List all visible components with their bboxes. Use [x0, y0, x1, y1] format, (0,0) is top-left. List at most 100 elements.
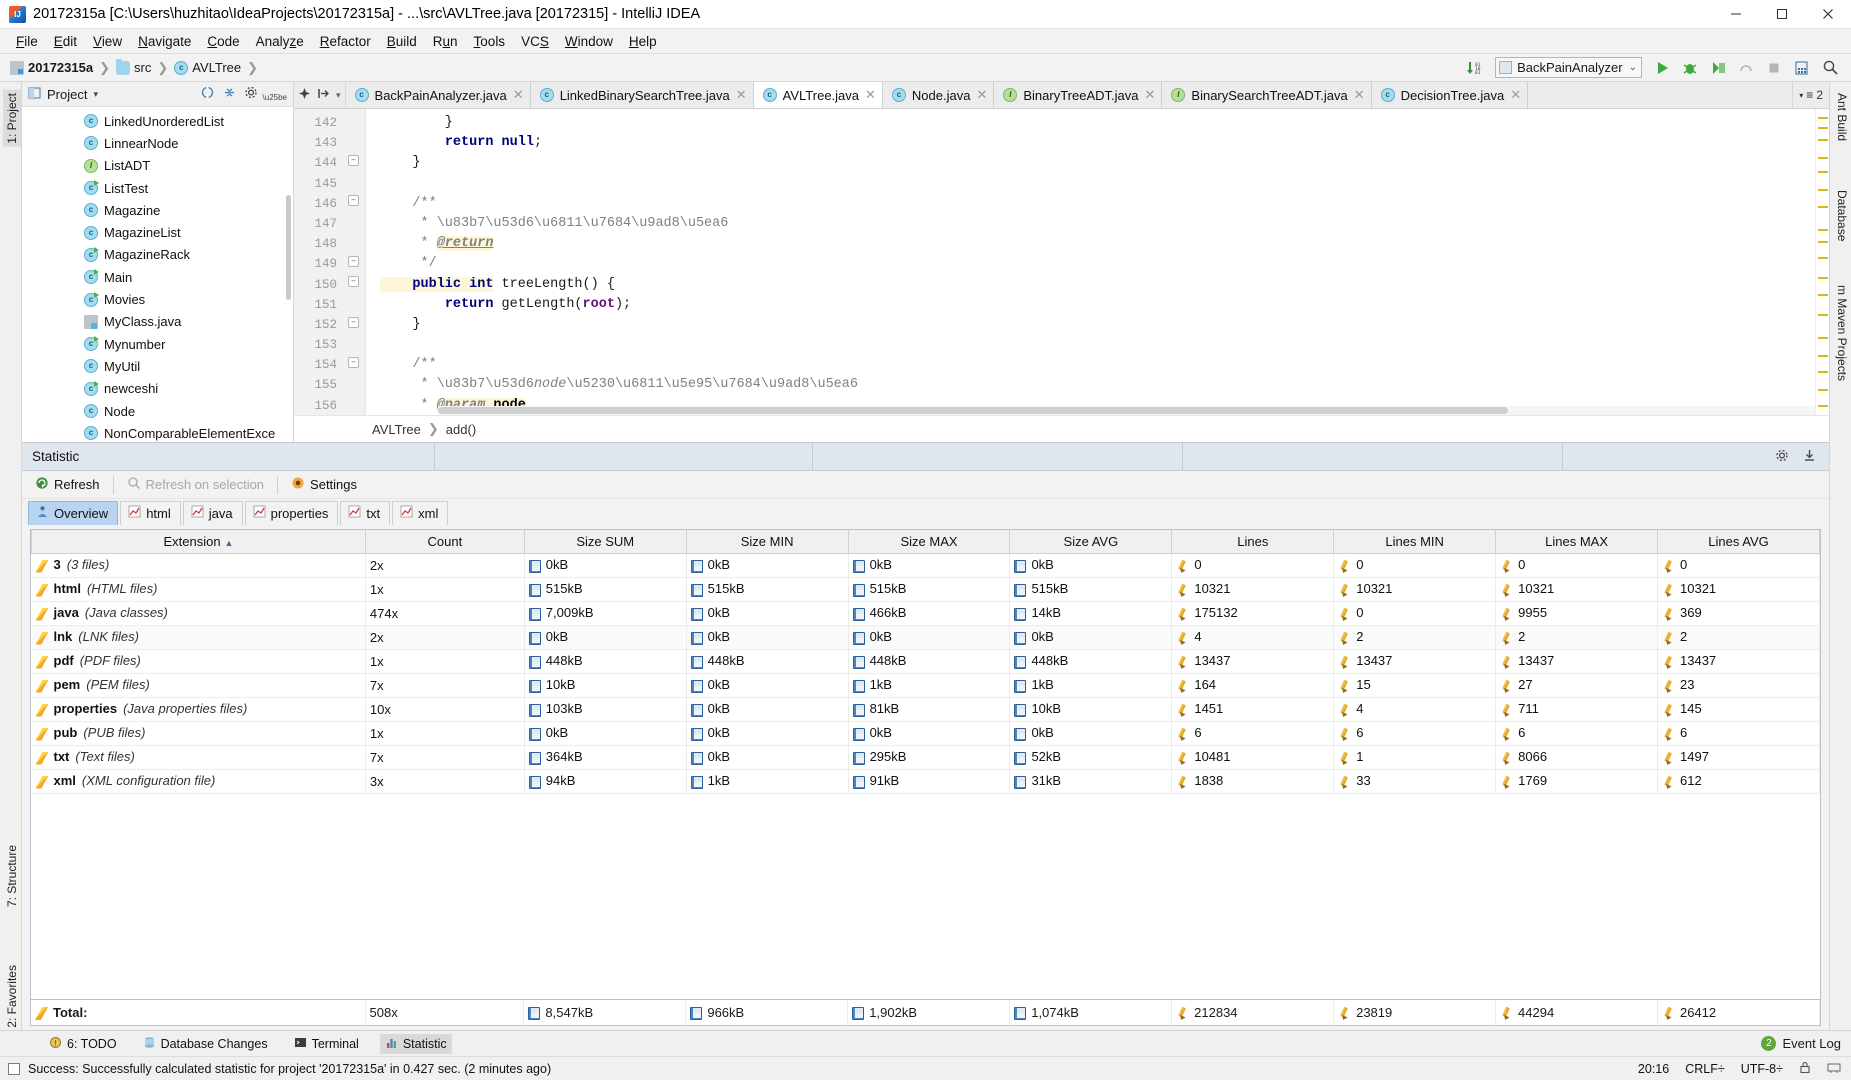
sidebar-item-structure[interactable]: 7: Structure [3, 842, 21, 910]
sidebar-item-ant-build[interactable]: Ant Build [1833, 90, 1851, 144]
tab-binarysearchtreeadt[interactable]: I BinarySearchTreeADT.java ✕ [1162, 82, 1372, 108]
pin-icon[interactable] [298, 87, 311, 103]
sidebar-item-project[interactable]: 1: Project [3, 90, 21, 147]
bottom-tab-database-changes[interactable]: Database Changes [138, 1034, 273, 1054]
menu-build[interactable]: Build [379, 32, 425, 51]
jump-to-source-icon[interactable] [317, 87, 330, 103]
column-header-size-min[interactable]: Size MIN [685, 530, 849, 554]
menu-run[interactable]: Run [425, 32, 466, 51]
tab-html[interactable]: html [120, 501, 181, 525]
run-button[interactable] [1649, 56, 1675, 80]
debug-button[interactable] [1677, 56, 1703, 80]
fold-toggle-icon[interactable]: – [348, 155, 359, 166]
list-item[interactable]: c LinkedUnorderedList [22, 110, 293, 132]
code-editor[interactable]: 142 143 144 145 146 147 148 149 150 151 … [294, 109, 1829, 415]
close-icon[interactable]: ✕ [865, 87, 876, 103]
menu-navigate[interactable]: Navigate [130, 32, 199, 51]
project-tree[interactable]: c LinkedUnorderedList c LinnearNode I ListA… [22, 107, 293, 442]
status-line-separator[interactable]: CRLF÷ [1685, 1062, 1725, 1076]
fold-toggle-icon[interactable]: – [348, 357, 359, 368]
menu-edit[interactable]: Edit [46, 32, 85, 51]
menu-vcs[interactable]: VCS [513, 32, 557, 51]
status-encoding[interactable]: UTF-8÷ [1741, 1062, 1783, 1076]
column-header-size-max[interactable]: Size MAX [847, 530, 1011, 554]
fold-toggle-icon[interactable]: – [348, 317, 359, 328]
settings-button[interactable]: Settings [284, 474, 364, 495]
run-configuration-selector[interactable]: BackPainAnalyzer ⌄ [1495, 57, 1642, 78]
menu-window[interactable]: Window [557, 32, 621, 51]
minimize-button[interactable] [1713, 0, 1759, 29]
list-item[interactable]: c NonComparableElementExce [22, 422, 293, 442]
list-item[interactable]: I ListADT [22, 155, 293, 177]
sidebar-item-maven-projects[interactable]: m Maven Projects [1833, 282, 1851, 384]
tab-xml[interactable]: xml [392, 501, 449, 525]
hide-window-icon[interactable] [1802, 448, 1817, 466]
code-content[interactable]: } return null; } /** * \u83b7\u53d6\u681… [366, 109, 1815, 415]
menu-refactor[interactable]: Refactor [312, 32, 379, 51]
close-button[interactable] [1805, 0, 1851, 29]
breadcrumb-class[interactable]: AVLTree [372, 422, 421, 437]
refresh-button[interactable]: Refresh [28, 474, 107, 495]
column-header-lines-min[interactable]: Lines MIN [1333, 530, 1497, 554]
column-header-extension[interactable]: Extension ▲ [31, 530, 366, 554]
layout-icon[interactable] [1789, 56, 1815, 80]
table-row[interactable]: pub (PUB files) 1x 0kB 0kB 0kB 0kB 6 6 6 … [31, 721, 1820, 746]
gear-icon[interactable]: \u25be [244, 85, 287, 103]
close-icon[interactable]: ✕ [976, 87, 987, 103]
editor-tab-overflow[interactable]: ▾ ≡ 2 [1792, 82, 1829, 108]
column-header-lines[interactable]: Lines [1171, 530, 1335, 554]
event-log-area[interactable]: 2 Event Log [1761, 1036, 1851, 1051]
menu-view[interactable]: View [85, 32, 130, 51]
column-header-count[interactable]: Count [364, 530, 525, 554]
list-item[interactable]: MyClass.java [22, 311, 293, 333]
bottom-tab-todo[interactable]: ! 6: TODO [44, 1034, 122, 1054]
column-header-size-avg[interactable]: Size AVG [1009, 530, 1173, 554]
gear-icon[interactable] [1775, 448, 1790, 466]
column-header-size-sum[interactable]: Size SUM [523, 530, 687, 554]
list-item[interactable]: c Movies [22, 288, 293, 310]
list-item[interactable]: c LinnearNode [22, 132, 293, 154]
editor-gutter[interactable]: 142 143 144 145 146 147 148 149 150 151 … [294, 109, 366, 415]
table-row[interactable]: properties (Java properties files) 10x 10… [31, 697, 1820, 722]
breadcrumb-module[interactable]: 20172315a [10, 60, 95, 75]
breadcrumb-avltree[interactable]: c AVLTree [174, 60, 243, 75]
menu-help[interactable]: Help [621, 32, 665, 51]
chevron-down-icon[interactable]: ▾ [93, 89, 98, 100]
tab-java[interactable]: java [182, 501, 243, 525]
breadcrumb-src[interactable]: src [115, 58, 153, 75]
list-item[interactable]: c MagazineRack [22, 244, 293, 266]
maximize-button[interactable] [1759, 0, 1805, 29]
tab-properties[interactable]: properties [244, 501, 339, 525]
bottom-tab-terminal[interactable]: Terminal [289, 1034, 364, 1054]
list-item[interactable]: c Magazine [22, 199, 293, 221]
menu-analyze[interactable]: Analyze [248, 32, 312, 51]
table-row[interactable]: pdf (PDF files) 1x 448kB 448kB 448kB 448k… [31, 649, 1820, 674]
project-tree-scrollbar[interactable] [286, 195, 291, 300]
search-everywhere-icon[interactable] [1817, 56, 1843, 80]
close-icon[interactable]: ✕ [736, 87, 747, 103]
column-header-lines-max[interactable]: Lines MAX [1495, 530, 1659, 554]
memory-indicator-icon[interactable] [1827, 1061, 1841, 1077]
tab-avltree[interactable]: c AVLTree.java ✕ [753, 82, 883, 108]
list-item[interactable]: c MagazineList [22, 221, 293, 243]
collapse-all-icon[interactable] [222, 85, 237, 103]
fold-toggle-icon[interactable]: – [348, 256, 359, 267]
tab-backpainanalyzer[interactable]: c BackPainAnalyzer.java ✕ [345, 82, 531, 108]
editor-horizontal-scrollbar[interactable] [438, 406, 1815, 415]
tab-node[interactable]: c Node.java ✕ [882, 82, 995, 108]
update-project-icon[interactable]: 01 10 01 [1462, 56, 1488, 80]
menu-tools[interactable]: Tools [466, 32, 514, 51]
run-with-coverage-button[interactable] [1705, 56, 1731, 80]
bottom-tab-statistic[interactable]: Statistic [379, 1033, 452, 1054]
editor-marker-strip[interactable] [1815, 109, 1829, 415]
table-row[interactable]: pem (PEM files) 7x 10kB 0kB 1kB 1kB 164 1… [31, 673, 1820, 698]
tab-binarytreeadt[interactable]: I BinaryTreeADT.java ✕ [994, 82, 1163, 108]
table-row[interactable]: 3 (3 files) 2x 0kB 0kB 0kB 0kB 0 0 0 0 [31, 553, 1820, 578]
close-icon[interactable]: ✕ [513, 87, 524, 103]
close-icon[interactable]: ✕ [1510, 87, 1521, 103]
column-header-lines-avg[interactable]: Lines AVG [1657, 530, 1820, 554]
tab-overview[interactable]: Overview [28, 501, 119, 525]
table-row[interactable]: html (HTML files) 1x 515kB 515kB 515kB 51… [31, 577, 1820, 602]
tab-linkedbinarysearchtree[interactable]: c LinkedBinarySearchTree.java ✕ [530, 82, 754, 108]
tab-decisiontree[interactable]: c DecisionTree.java ✕ [1371, 82, 1529, 108]
